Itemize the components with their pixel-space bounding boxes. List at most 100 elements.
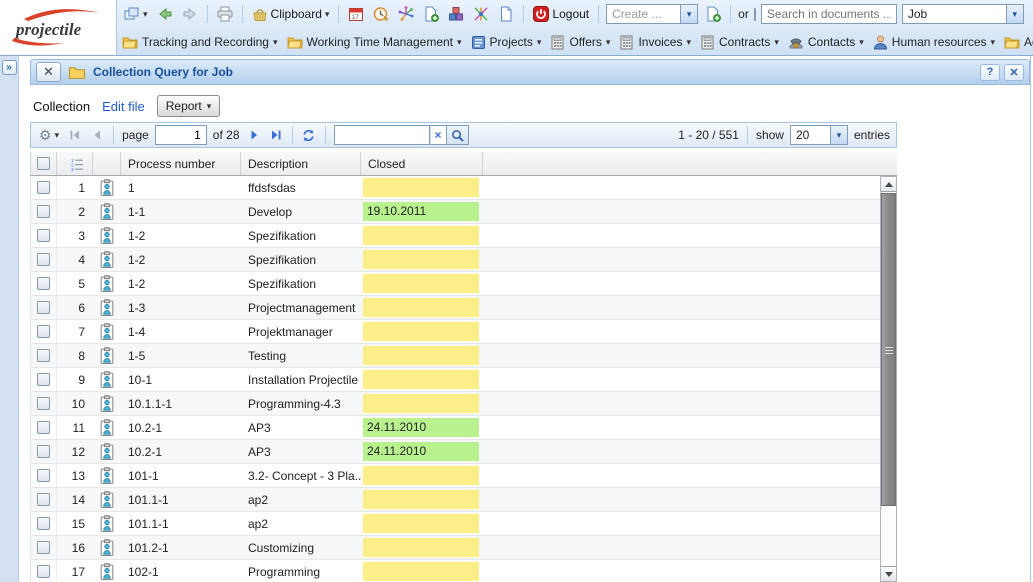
table-row[interactable]: 15 101.1-1 ap2 (31, 512, 880, 536)
or-checkbox[interactable] (754, 8, 756, 21)
row-icon-cell[interactable] (93, 440, 121, 463)
row-icon-cell[interactable] (93, 296, 121, 319)
doc-type-select[interactable]: Job ▾ (902, 4, 1024, 24)
refresh-button[interactable] (301, 127, 317, 143)
create-select[interactable]: Create ... ▾ (606, 4, 698, 24)
apply-filter-button[interactable] (447, 125, 469, 145)
row-checkbox[interactable] (37, 253, 50, 266)
table-row[interactable]: 13 101-1 3.2- Concept - 3 Pla... (31, 464, 880, 488)
row-checkbox[interactable] (37, 349, 50, 362)
row-checkbox[interactable] (37, 181, 50, 194)
row-icon-cell[interactable] (93, 176, 121, 199)
new-document-button[interactable] (421, 4, 441, 24)
table-row[interactable]: 17 102-1 Programming (31, 560, 880, 582)
menu-invoices[interactable]: Invoices ▾ (619, 35, 691, 50)
menu-working-time-management[interactable]: Working Time Management ▾ (287, 35, 462, 50)
row-icon-cell[interactable] (93, 512, 121, 535)
table-row[interactable]: 7 1-4 Projektmanager (31, 320, 880, 344)
row-checkbox[interactable] (37, 277, 50, 290)
print-button[interactable] (215, 4, 235, 24)
scroll-down-button[interactable] (881, 566, 896, 581)
page-size-select[interactable]: 20 ▾ (790, 125, 848, 145)
column-header-closed[interactable]: Closed (361, 152, 483, 175)
row-icon-cell[interactable] (93, 320, 121, 343)
table-row[interactable]: 2 1-1 Develop 19.10.2011 (31, 200, 880, 224)
menu-administration[interactable]: Administration ▾ (1004, 35, 1033, 50)
grid-filter-input[interactable] (334, 125, 430, 145)
row-checkbox[interactable] (37, 301, 50, 314)
row-checkbox[interactable] (37, 565, 50, 578)
window-layers-button[interactable]: ▾ (122, 4, 150, 24)
table-row[interactable]: 11 10.2-1 AP3 24.11.2010 (31, 416, 880, 440)
row-icon-cell[interactable] (93, 416, 121, 439)
grid-settings-button[interactable]: ⚙ ▾ (37, 126, 61, 144)
row-icon-cell[interactable] (93, 200, 121, 223)
first-page-button[interactable] (67, 127, 83, 143)
last-page-button[interactable] (268, 127, 284, 143)
page-number-input[interactable] (155, 125, 207, 145)
close-tab-button[interactable]: ✕ (1004, 64, 1024, 81)
table-row[interactable]: 10 10.1.1-1 Programming-4.3 (31, 392, 880, 416)
row-checkbox[interactable] (37, 373, 50, 386)
table-row[interactable]: 8 1-5 Testing (31, 344, 880, 368)
menu-tracking-and-recording[interactable]: Tracking and Recording ▾ (122, 35, 278, 50)
row-checkbox[interactable] (37, 493, 50, 506)
table-row[interactable]: 1 1 ffdsfsdas (31, 176, 880, 200)
menu-projects[interactable]: Projects ▾ (471, 35, 542, 50)
table-row[interactable]: 3 1-2 Spezifikation (31, 224, 880, 248)
search-documents-input[interactable] (761, 4, 897, 24)
table-row[interactable]: 5 1-2 Spezifikation (31, 272, 880, 296)
table-row[interactable]: 16 101.2-1 Customizing (31, 536, 880, 560)
edit-file-link[interactable]: Edit file (102, 99, 145, 114)
row-checkbox[interactable] (37, 541, 50, 554)
row-icon-cell[interactable] (93, 248, 121, 271)
forward-button[interactable] (180, 4, 200, 24)
row-checkbox[interactable] (37, 469, 50, 482)
row-icon-cell[interactable] (93, 272, 121, 295)
back-button[interactable] (155, 4, 175, 24)
row-icon-cell[interactable] (93, 392, 121, 415)
report-button[interactable]: Report ▾ (157, 95, 221, 117)
row-icon-cell[interactable] (93, 560, 121, 582)
row-checkbox[interactable] (37, 229, 50, 242)
split-button[interactable] (471, 4, 491, 24)
row-icon-cell[interactable] (93, 224, 121, 247)
row-icon-cell[interactable] (93, 464, 121, 487)
page-button[interactable] (496, 4, 516, 24)
row-number-header[interactable]: 1 2 3 (57, 152, 93, 175)
calendar-button[interactable]: 17 (346, 4, 366, 24)
row-checkbox[interactable] (37, 397, 50, 410)
scroll-up-button[interactable] (881, 177, 896, 192)
panel-close-button[interactable]: ✕ (36, 62, 61, 82)
prev-page-button[interactable] (89, 127, 105, 143)
row-checkbox[interactable] (37, 445, 50, 458)
row-icon-cell[interactable] (93, 488, 121, 511)
menu-offers[interactable]: Offers ▾ (550, 35, 610, 50)
row-checkbox[interactable] (37, 421, 50, 434)
table-row[interactable]: 14 101.1-1 ap2 (31, 488, 880, 512)
logout-button[interactable]: Logout (531, 4, 591, 24)
clipboard-menu-button[interactable]: Clipboard ▾ (250, 4, 332, 24)
menu-contracts[interactable]: Contracts ▾ (700, 35, 779, 50)
favorites-button[interactable] (396, 4, 416, 24)
row-checkbox[interactable] (37, 517, 50, 530)
menu-contacts[interactable]: Contacts ▾ (788, 35, 864, 49)
select-all-checkbox[interactable] (37, 157, 50, 170)
table-row[interactable]: 6 1-3 Projectmanagement (31, 296, 880, 320)
time-tracking-button[interactable] (371, 4, 391, 24)
row-checkbox[interactable] (37, 325, 50, 338)
scrollbar-thumb[interactable] (881, 193, 896, 506)
create-document-button[interactable] (703, 4, 723, 24)
sidebar-expand-button[interactable]: » (2, 60, 17, 75)
row-icon-cell[interactable] (93, 344, 121, 367)
menu-human-resources[interactable]: Human resources ▾ (873, 35, 995, 50)
modules-button[interactable] (446, 4, 466, 24)
clear-filter-button[interactable]: × (430, 125, 447, 145)
row-checkbox[interactable] (37, 205, 50, 218)
help-button[interactable]: ? (980, 64, 1000, 81)
row-icon-cell[interactable] (93, 368, 121, 391)
row-icon-cell[interactable] (93, 536, 121, 559)
column-header-process-number[interactable]: Process number (121, 152, 241, 175)
next-page-button[interactable] (246, 127, 262, 143)
table-row[interactable]: 12 10.2-1 AP3 24.11.2010 (31, 440, 880, 464)
